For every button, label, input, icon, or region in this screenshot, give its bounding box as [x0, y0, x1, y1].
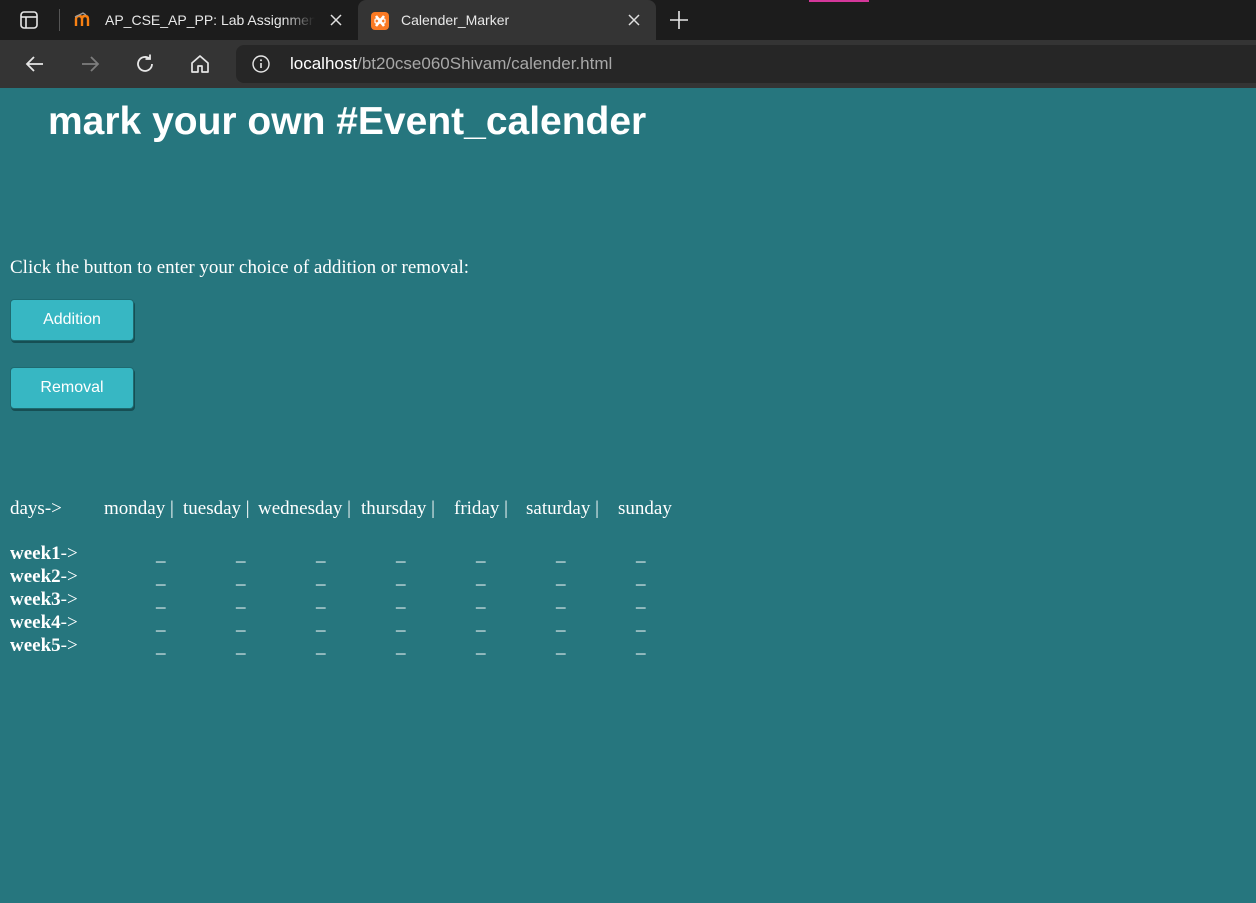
calendar-grid: _ _ _ _ _ _ _ _ _ _ _ _ _ _ _ _ _ _ _ _ _ _ _ _ _ _ _ _ _ _ _ _ _ _ _ — [0, 542, 700, 662]
browser-toolbar: localhost/bt20cse060Shivam/calender.html — [0, 40, 1256, 88]
forward-arrow-icon[interactable] — [78, 52, 102, 76]
calendar-cell: _ — [396, 590, 406, 611]
calendar-cell: _ — [636, 590, 646, 611]
xampp-icon — [370, 11, 390, 30]
day-header-saturday: saturday | — [526, 498, 599, 519]
tab-lab-assignment[interactable]: AP_CSE_AP_PP: Lab Assignment — [62, 0, 358, 40]
calendar-cell: _ — [236, 590, 246, 611]
calendar-cell: _ — [476, 567, 486, 588]
calendar-cell: _ — [636, 567, 646, 588]
home-icon[interactable] — [188, 52, 212, 76]
moodle-icon — [74, 11, 94, 29]
calendar-cell: _ — [476, 613, 486, 634]
calendar-cell: _ — [236, 613, 246, 634]
day-header-wednesday: wednesday | — [258, 498, 351, 519]
calendar-cell: _ — [636, 544, 646, 565]
calendar-cell: _ — [156, 636, 166, 657]
calendar-cell: _ — [476, 636, 486, 657]
calendar-cell: _ — [476, 590, 486, 611]
calendar-cell: _ — [396, 613, 406, 634]
tab-actions-icon[interactable] — [19, 10, 39, 30]
new-tab-icon[interactable] — [668, 9, 690, 31]
calendar-cell: _ — [236, 636, 246, 657]
calendar-cell: _ — [396, 544, 406, 565]
day-header-monday: monday | — [104, 498, 174, 519]
tab-title: Calender_Marker — [401, 12, 510, 28]
calendar-cell: _ — [236, 567, 246, 588]
tab-calender-marker[interactable]: Calender_Marker — [358, 0, 656, 40]
calendar-cell: _ — [396, 567, 406, 588]
addition-button[interactable]: Addition — [10, 299, 134, 341]
day-header-friday: friday | — [454, 498, 508, 519]
tab-title: AP_CSE_AP_PP: Lab Assignment — [105, 12, 315, 28]
window-accent — [809, 0, 869, 2]
days-label: days-> — [10, 498, 62, 519]
day-header-tuesday: tuesday | — [183, 498, 250, 519]
page-content: mark your own #Event_calender Click the … — [0, 88, 1256, 903]
refresh-icon[interactable] — [133, 52, 157, 76]
calendar-cell: _ — [316, 613, 326, 634]
calendar-cell: _ — [556, 636, 566, 657]
url-host: localhost — [290, 54, 358, 73]
day-header-thursday: thursday | — [361, 498, 435, 519]
url-path: /bt20cse060Shivam/calender.html — [357, 54, 613, 73]
calendar-cell: _ — [476, 544, 486, 565]
close-tab-icon[interactable] — [328, 12, 344, 28]
page-title: mark your own #Event_calender — [48, 100, 647, 143]
calendar-cell: _ — [396, 636, 406, 657]
info-icon[interactable] — [252, 55, 270, 73]
calendar-cell: _ — [636, 636, 646, 657]
calendar-cell: _ — [156, 613, 166, 634]
calendar-cell: _ — [156, 544, 166, 565]
calendar-cell: _ — [556, 567, 566, 588]
calendar-cell: _ — [556, 613, 566, 634]
back-arrow-icon[interactable] — [23, 52, 47, 76]
calendar-cell: _ — [316, 590, 326, 611]
removal-button[interactable]: Removal — [10, 367, 134, 409]
days-header-row: days-> monday | tuesday | wednesday | th… — [0, 498, 700, 524]
instruction-text: Click the button to enter your choice of… — [10, 257, 470, 278]
calendar-cell: _ — [636, 613, 646, 634]
tab-bar: AP_CSE_AP_PP: Lab Assignment Calender_Ma… — [0, 0, 1256, 40]
calendar-cell: _ — [316, 567, 326, 588]
calendar-cell: _ — [156, 590, 166, 611]
calendar-cell: _ — [316, 544, 326, 565]
calendar-cell: _ — [236, 544, 246, 565]
address-url[interactable]: localhost/bt20cse060Shivam/calender.html — [290, 54, 612, 74]
address-bar[interactable]: localhost/bt20cse060Shivam/calender.html — [236, 45, 1256, 83]
calendar-cell: _ — [316, 636, 326, 657]
day-header-sunday: sunday — [618, 498, 672, 519]
calendar-cell: _ — [556, 544, 566, 565]
close-tab-icon[interactable] — [626, 12, 642, 28]
calendar-cell: _ — [156, 567, 166, 588]
calendar-cell: _ — [556, 590, 566, 611]
tab-separator — [59, 9, 60, 31]
